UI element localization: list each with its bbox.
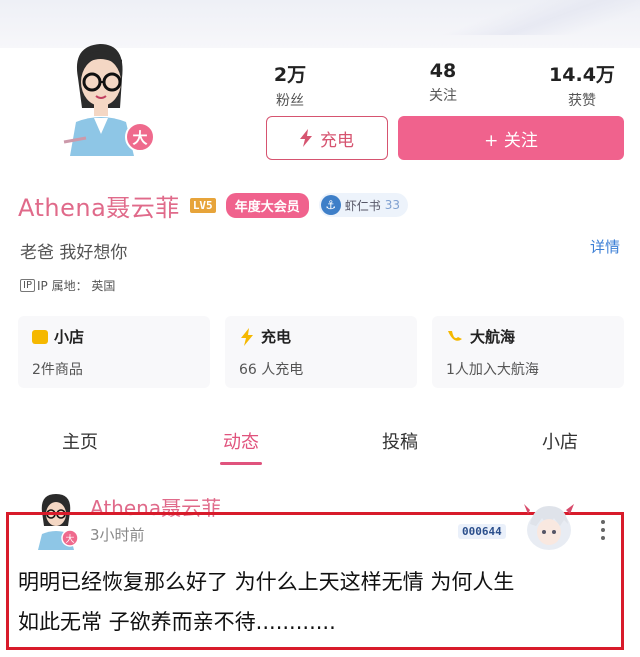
tab-home[interactable]: 主页 <box>30 428 130 454</box>
stat-value: 48 <box>429 60 457 82</box>
card-subtitle: 66 人充电 <box>239 362 304 378</box>
card-subtitle: 1人加入大航海 <box>446 362 539 378</box>
name-row: Athena聂云菲 LV5 年度大会员 ⚓ 虾仁书 33 <box>18 188 408 222</box>
shop-icon <box>32 329 48 344</box>
stat-label: 关注 <box>429 88 457 104</box>
profile-name: Athena聂云菲 <box>18 193 180 222</box>
fan-number-badge: 000644 <box>458 524 506 539</box>
stat-value: 14.4万 <box>549 64 615 86</box>
card-title: 小店 <box>54 328 85 346</box>
card-shop[interactable]: 小店 2件商品 <box>18 316 210 388</box>
card-voyage[interactable]: 大航海 1人加入大航海 <box>432 316 624 388</box>
charge-button[interactable]: 充电 <box>266 116 388 160</box>
tab-dynamics[interactable]: 动态 <box>191 428 291 454</box>
card-charge[interactable]: 充电 66 人充电 <box>225 316 417 388</box>
ship-icon <box>448 330 462 341</box>
stat-likes[interactable]: 14.4万 获赞 <box>527 60 637 110</box>
tab-shop[interactable]: 小店 <box>510 428 610 454</box>
more-icon[interactable] <box>598 518 608 542</box>
follow-button-label: + 关注 <box>484 130 538 151</box>
signature: 老爸 我好想你 <box>20 243 128 263</box>
shrimp-icon: ⚓ <box>320 195 341 215</box>
card-title: 充电 <box>261 328 292 346</box>
ip-location: IP IP 属地： 英国 <box>20 277 115 294</box>
shrimp-count: 33 <box>384 198 400 212</box>
follow-button[interactable]: + 关注 <box>398 116 624 160</box>
tab-active-indicator <box>220 462 262 465</box>
post-time: 3小时前 <box>90 526 145 544</box>
ip-text: IP 属地： 英国 <box>36 279 116 293</box>
bolt-icon <box>300 129 312 147</box>
post-text-line: 如此无常 子欲养而亲不待............ <box>18 610 336 634</box>
stat-label: 获赞 <box>568 93 596 109</box>
bolt-icon <box>241 327 253 346</box>
shrimp-label: 虾仁书 <box>344 198 381 213</box>
level-tag[interactable]: LV5 <box>189 197 216 213</box>
level-badge: 大 <box>125 122 155 152</box>
stat-value: 2万 <box>273 64 307 86</box>
ip-icon: IP <box>20 279 35 292</box>
stats-bar: 2万 粉丝 48 关注 14.4万 获赞 <box>230 60 630 109</box>
stat-fans[interactable]: 2万 粉丝 <box>235 60 345 110</box>
tab-bar: 主页 动态 投稿 小店 <box>0 420 640 470</box>
tab-uploads[interactable]: 投稿 <box>350 428 450 454</box>
stat-following[interactable]: 48 关注 <box>388 60 498 105</box>
charge-button-label: 充电 <box>320 130 354 151</box>
post-text-line: 明明已经恢复那么好了 为什么上天这样无情 为何人生 <box>18 570 515 594</box>
card-subtitle: 2件商品 <box>32 362 83 378</box>
post-content: 明明已经恢复那么好了 为什么上天这样无情 为何人生 如此无常 子欲养而亲不待..… <box>18 562 618 642</box>
stat-label: 粉丝 <box>276 93 304 109</box>
feature-cards: 小店 2件商品 充电 66 人充电 大航海 1人加入大航海 <box>18 316 624 388</box>
shrimp-tag[interactable]: ⚓ 虾仁书 33 <box>318 193 408 217</box>
card-title: 大航海 <box>470 328 516 346</box>
vip-tag[interactable]: 年度大会员 <box>225 192 309 218</box>
detail-link[interactable]: 详情 <box>590 236 620 257</box>
fan-badge-avatar <box>524 504 574 550</box>
